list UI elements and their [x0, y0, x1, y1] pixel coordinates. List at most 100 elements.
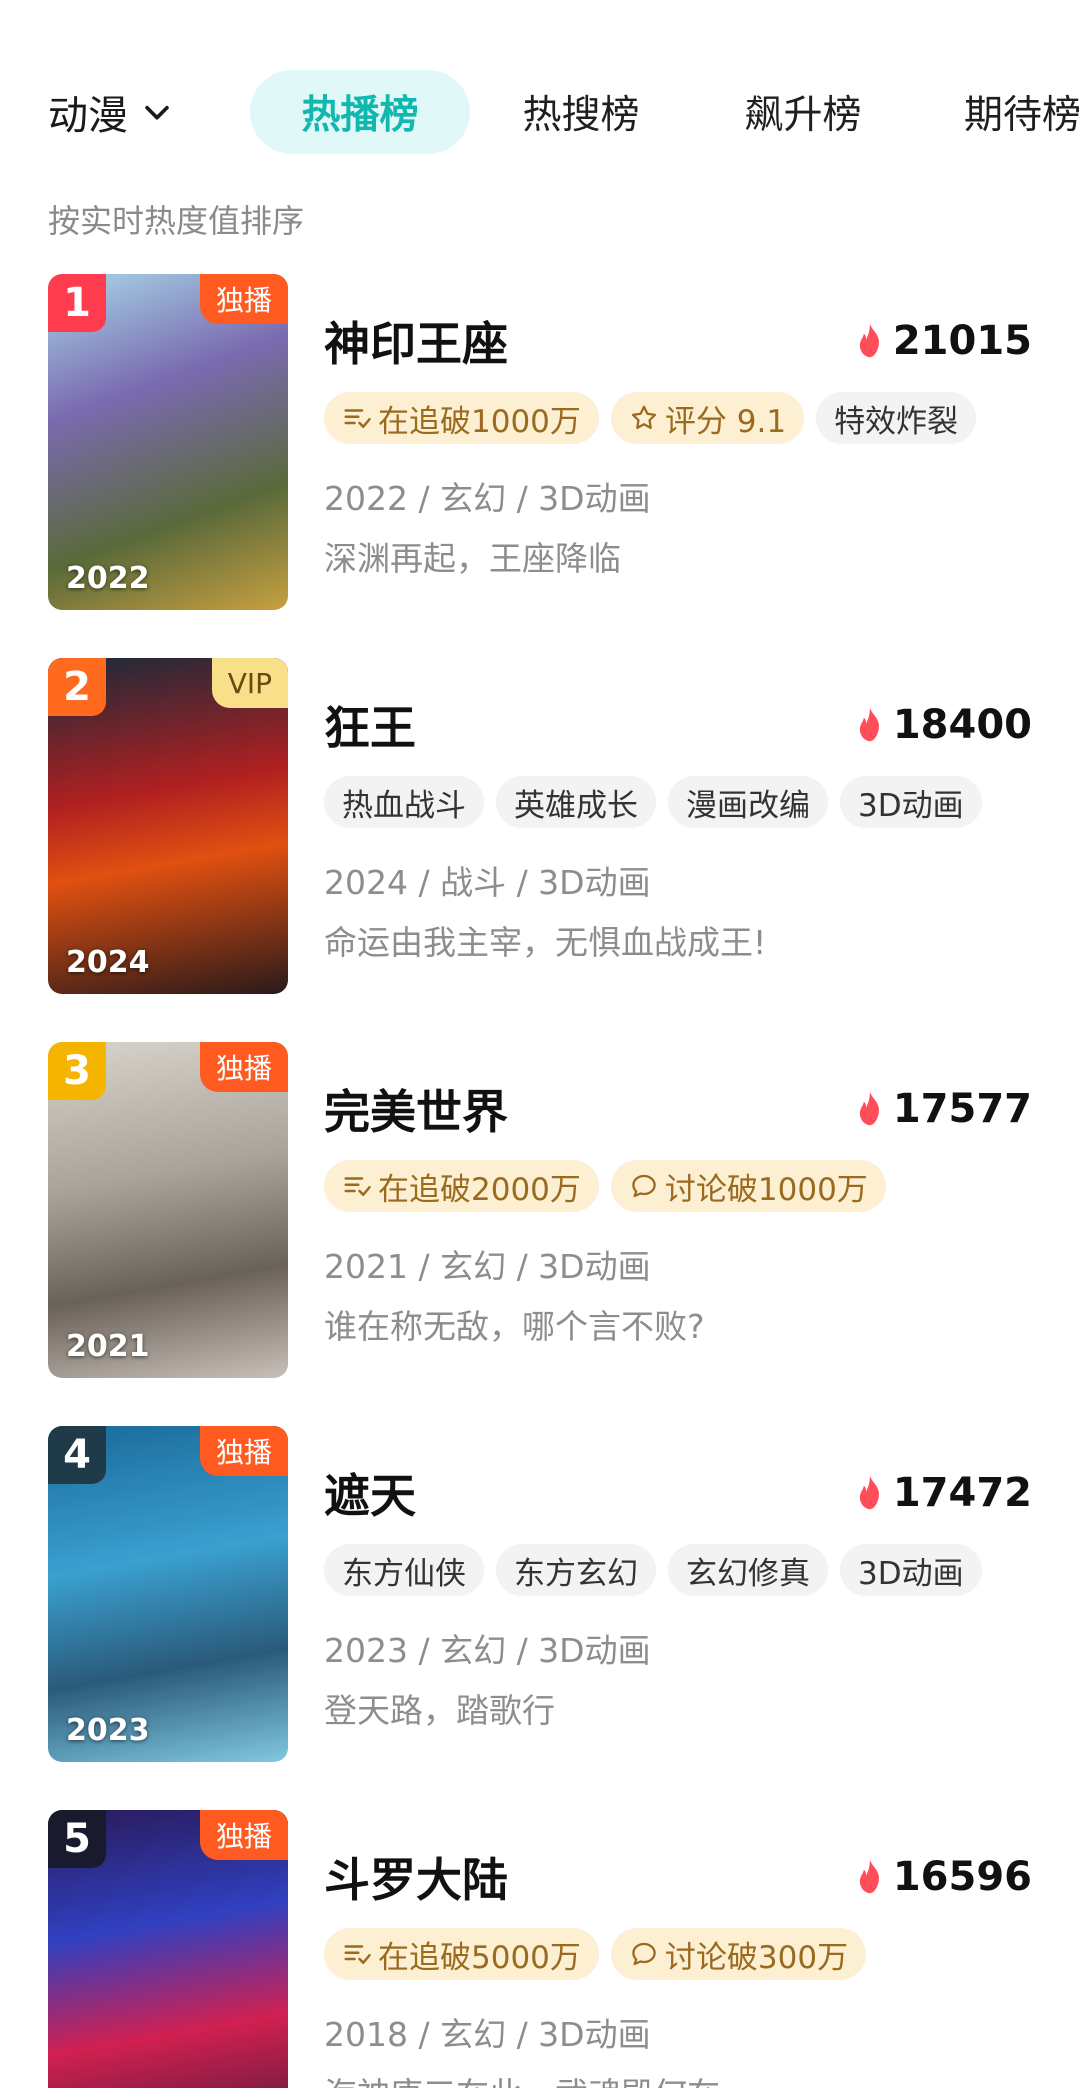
- list-item[interactable]: 2 VIP 2024 狂王 18400 热血战斗 英雄成长 漫画改编 3D动画 2024 / 战斗…: [0, 658, 1080, 998]
- sort-hint: 按实时热度值排序: [48, 202, 305, 240]
- tag-list: 东方仙侠 东方玄幻 玄幻修真 3D动画: [324, 1544, 982, 1596]
- list-item[interactable]: 5 独播 斗罗大陆 16596 在追破5000万 讨论破300万 2018 / 玄幻 / 3…: [0, 1810, 1080, 2088]
- heat-score: 17577: [855, 1086, 1032, 1132]
- show-title[interactable]: 完美世界: [324, 1076, 508, 1142]
- heat-score: 21015: [855, 318, 1032, 364]
- list-check-icon: [344, 1945, 371, 1964]
- star-outline-icon: [631, 405, 657, 429]
- flame-icon: [859, 1091, 879, 1126]
- list-item[interactable]: 4 独播 2023 遮天 17472 东方仙侠 东方玄幻 玄幻修真 3D动画 2023 / 玄幻 …: [0, 1426, 1080, 1766]
- tag: 玄幻修真: [668, 1544, 828, 1596]
- list-check-icon: [344, 1177, 371, 1196]
- chevron-down-icon: [145, 105, 169, 120]
- tag-text: 东方仙侠: [342, 1555, 466, 1592]
- tag: 3D动画: [840, 1544, 982, 1596]
- rank-badge: 1: [48, 274, 106, 332]
- heat-value: 21015: [892, 318, 1032, 364]
- show-meta: 2023 / 玄幻 / 3D动画: [324, 1631, 651, 1670]
- tag: 3D动画: [840, 776, 982, 828]
- tag-text: 在追破1000万: [378, 403, 581, 440]
- heat-score: 18400: [855, 702, 1032, 748]
- show-description: 谁在称无敌，哪个言不败?: [324, 1307, 705, 1346]
- tab-label: 期待榜: [964, 93, 1080, 138]
- top-tab-bar: 动漫 热播榜 热搜榜 飙升榜 期待榜: [0, 68, 1080, 156]
- heat-value: 17472: [892, 1470, 1032, 1516]
- list-item[interactable]: 1 独播 2022 神印王座 21015 在追破1000万 评分 9.1 特效炸裂 2022 /…: [0, 274, 1080, 614]
- chat-bubble-icon: [632, 1174, 656, 1198]
- poster-year: 2021: [66, 1329, 150, 1364]
- tag-text: 讨论破1000万: [664, 1171, 868, 1208]
- flame-icon: [859, 707, 879, 742]
- vip-badge: VIP: [211, 658, 288, 708]
- list-check-icon: [344, 409, 371, 428]
- tag-text: 玄幻修真: [686, 1555, 810, 1592]
- tag-list: 在追破5000万 讨论破300万: [324, 1928, 867, 1980]
- heat-value: 18400: [892, 702, 1032, 748]
- show-description: 海神唐三在此，武魂殿何在: [324, 2068, 720, 2088]
- poster-image[interactable]: 5 独播: [48, 1810, 288, 2088]
- tag: 讨论破300万: [610, 1928, 867, 1980]
- show-description: 命运由我主宰，无惧血战成王!: [324, 923, 767, 962]
- tab-label: 热搜榜: [522, 93, 640, 138]
- tab-anticipated[interactable]: 期待榜: [924, 70, 1080, 154]
- poster-year: 2024: [66, 945, 150, 980]
- tab-hot-play[interactable]: 热播榜: [250, 70, 470, 154]
- exclusive-badge: 独播: [199, 274, 288, 324]
- tag: 英雄成长: [496, 776, 656, 828]
- show-title[interactable]: 神印王座: [324, 308, 508, 374]
- show-title[interactable]: 斗罗大陆: [324, 1844, 508, 1910]
- tag-text: 漫画改编: [686, 787, 810, 824]
- flame-icon: [859, 1475, 879, 1510]
- tag: 东方玄幻: [496, 1544, 656, 1596]
- poster-year: 2023: [66, 1713, 150, 1748]
- tag-text: 东方玄幻: [514, 1555, 638, 1592]
- tag-text: 在追破5000万: [378, 1939, 581, 1976]
- tag-text: 3D动画: [858, 1555, 964, 1592]
- show-title[interactable]: 狂王: [324, 692, 416, 758]
- tag: 在追破5000万: [324, 1928, 599, 1980]
- heat-score: 17472: [855, 1470, 1032, 1516]
- heat-value: 17577: [892, 1086, 1032, 1132]
- tag: 在追破1000万: [324, 392, 599, 444]
- rank-badge: 2: [48, 658, 106, 716]
- chat-bubble-icon: [632, 1942, 656, 1966]
- tag-text: 讨论破300万: [664, 1939, 849, 1976]
- show-description: 深渊再起，王座降临: [324, 539, 621, 578]
- poster-image[interactable]: 2 VIP 2024: [48, 658, 288, 994]
- tag-list: 热血战斗 英雄成长 漫画改编 3D动画: [324, 776, 982, 828]
- poster-image[interactable]: 1 独播 2022: [48, 274, 288, 610]
- poster-image[interactable]: 4 独播 2023: [48, 1426, 288, 1762]
- show-meta: 2022 / 玄幻 / 3D动画: [324, 479, 651, 518]
- tag-text: 3D动画: [858, 787, 964, 824]
- tab-rising[interactable]: 飙升榜: [700, 70, 906, 154]
- list-item[interactable]: 3 独播 2021 完美世界 17577 在追破2000万 讨论破1000万 2021 / 玄…: [0, 1042, 1080, 1382]
- flame-icon: [859, 1859, 879, 1894]
- heat-score: 16596: [855, 1854, 1032, 1900]
- poster-image[interactable]: 3 独播 2021: [48, 1042, 288, 1378]
- show-description: 登天路，踏歌行: [324, 1691, 555, 1730]
- tag: 评分 9.1: [610, 392, 805, 444]
- show-meta: 2018 / 玄幻 / 3D动画: [324, 2015, 651, 2054]
- tag-text: 评分 9.1: [664, 403, 787, 440]
- poster-year: 2022: [66, 561, 150, 596]
- tag: 特效炸裂: [816, 392, 977, 444]
- tag-text: 热血战斗: [342, 787, 466, 824]
- flame-icon: [859, 323, 879, 358]
- tab-label: 飙升榜: [744, 93, 862, 138]
- tag: 热血战斗: [324, 776, 484, 828]
- tag-list: 在追破1000万 评分 9.1 特效炸裂: [324, 392, 977, 444]
- exclusive-badge: 独播: [199, 1042, 288, 1092]
- tag-text: 特效炸裂: [834, 403, 959, 440]
- rank-badge: 4: [48, 1426, 106, 1484]
- category-dropdown[interactable]: 动漫: [48, 68, 174, 156]
- tag: 东方仙侠: [324, 1544, 484, 1596]
- rank-badge: 5: [48, 1810, 106, 1868]
- tag: 在追破2000万: [324, 1160, 599, 1212]
- tag-text: 英雄成长: [514, 787, 638, 824]
- show-title[interactable]: 遮天: [324, 1460, 416, 1526]
- tag-list: 在追破2000万 讨论破1000万: [324, 1160, 886, 1212]
- show-meta: 2021 / 玄幻 / 3D动画: [324, 1247, 651, 1286]
- tag: 漫画改编: [668, 776, 828, 828]
- tab-hot-search[interactable]: 热搜榜: [478, 70, 684, 154]
- heat-value: 16596: [892, 1854, 1032, 1900]
